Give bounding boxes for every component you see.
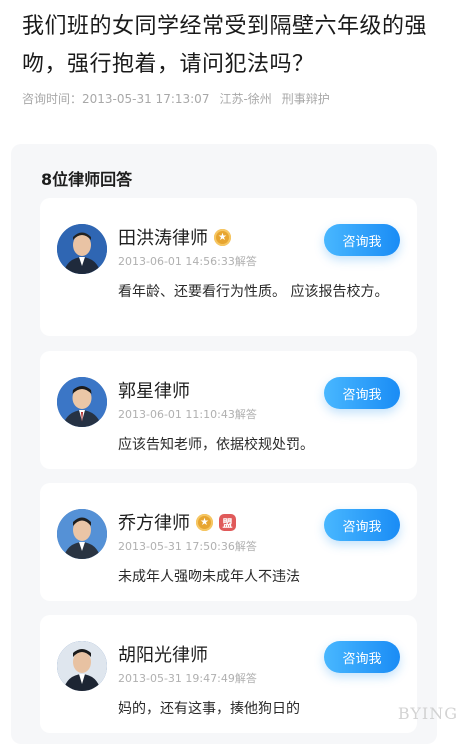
lawyer-answer-card: 胡阳光律师 2013-05-31 19:47:49解答 妈的，还有这事，揍他狗日… [40, 615, 417, 733]
answer-time: 2013-06-01 14:56:33解答 [118, 255, 257, 268]
answer-text: 妈的，还有这事，揍他狗日的 [118, 701, 300, 717]
watermark-logo: BYING [397, 704, 458, 723]
lawyer-name[interactable]: 郭星律师 [118, 377, 190, 403]
lawyer-answer-card: 田洪涛律师 ★ 2013-06-01 14:56:33解答 看年龄、还要看行为性… [40, 198, 417, 336]
question-meta: 咨询时间：2013-05-31 17:13:07 江苏-徐州 刑事辩护 [22, 90, 456, 107]
gold-medal-icon: ★ [214, 228, 231, 246]
category-tag[interactable]: 刑事辩护 [282, 90, 330, 107]
lawyer-answer-card: 乔方律师 ★ 盟 2013-05-31 17:50:36解答 未成年人强吻未成年… [40, 483, 417, 601]
lawyer-answer-card: 郭星律师 2013-06-01 11:10:43解答 应该告知老师，依据校规处罚… [40, 351, 417, 469]
lawyer-avatar[interactable] [57, 224, 107, 274]
answer-text: 未成年人强吻未成年人不违法 [118, 569, 300, 585]
lawyer-name-row: 乔方律师 ★ 盟 [118, 509, 236, 535]
answer-time: 2013-06-01 11:10:43解答 [118, 408, 257, 421]
lawyer-avatar[interactable] [57, 377, 107, 427]
lawyer-name-row: 郭星律师 [118, 377, 190, 403]
question-title: 我们班的女同学经常受到隔壁六年级的强吻，强行抱着，请问犯法吗？ [22, 14, 428, 77]
lawyer-name-row: 胡阳光律师 [118, 641, 208, 667]
consult-time: 咨询时间：2013-05-31 17:13:07 [22, 92, 210, 106]
consult-button[interactable]: 咨询我 [324, 509, 400, 541]
lawyer-name[interactable]: 田洪涛律师 [118, 224, 208, 250]
red-alliance-icon: 盟 [219, 513, 236, 531]
lawyer-avatar[interactable] [57, 509, 107, 559]
consult-button[interactable]: 咨询我 [324, 377, 400, 409]
consult-button[interactable]: 咨询我 [324, 224, 400, 256]
lawyer-name-row: 田洪涛律师 ★ [118, 224, 231, 250]
lawyer-name[interactable]: 乔方律师 [118, 509, 190, 535]
lawyer-avatar[interactable] [57, 641, 107, 691]
lawyer-name[interactable]: 胡阳光律师 [118, 641, 208, 667]
answers-panel: 8位律师回答 田洪涛律师 ★ 2013-06-01 14:56:33解答 看年龄… [11, 144, 437, 744]
answer-text: 应该告知老师，依据校规处罚。 [118, 437, 314, 453]
answer-time: 2013-05-31 19:47:49解答 [118, 672, 257, 685]
gold-medal-icon: ★ [196, 513, 213, 531]
answer-text: 看年龄、还要看行为性质。 应该报告校方。 [118, 284, 389, 300]
consult-button[interactable]: 咨询我 [324, 641, 400, 673]
answers-count-heading: 8位律师回答 [41, 170, 133, 189]
answer-time: 2013-05-31 17:50:36解答 [118, 540, 257, 553]
location-tag[interactable]: 江苏-徐州 [219, 90, 271, 107]
question-header: 我们班的女同学经常受到隔壁六年级的强吻，强行抱着，请问犯法吗？ 咨询时间：201… [0, 0, 470, 107]
